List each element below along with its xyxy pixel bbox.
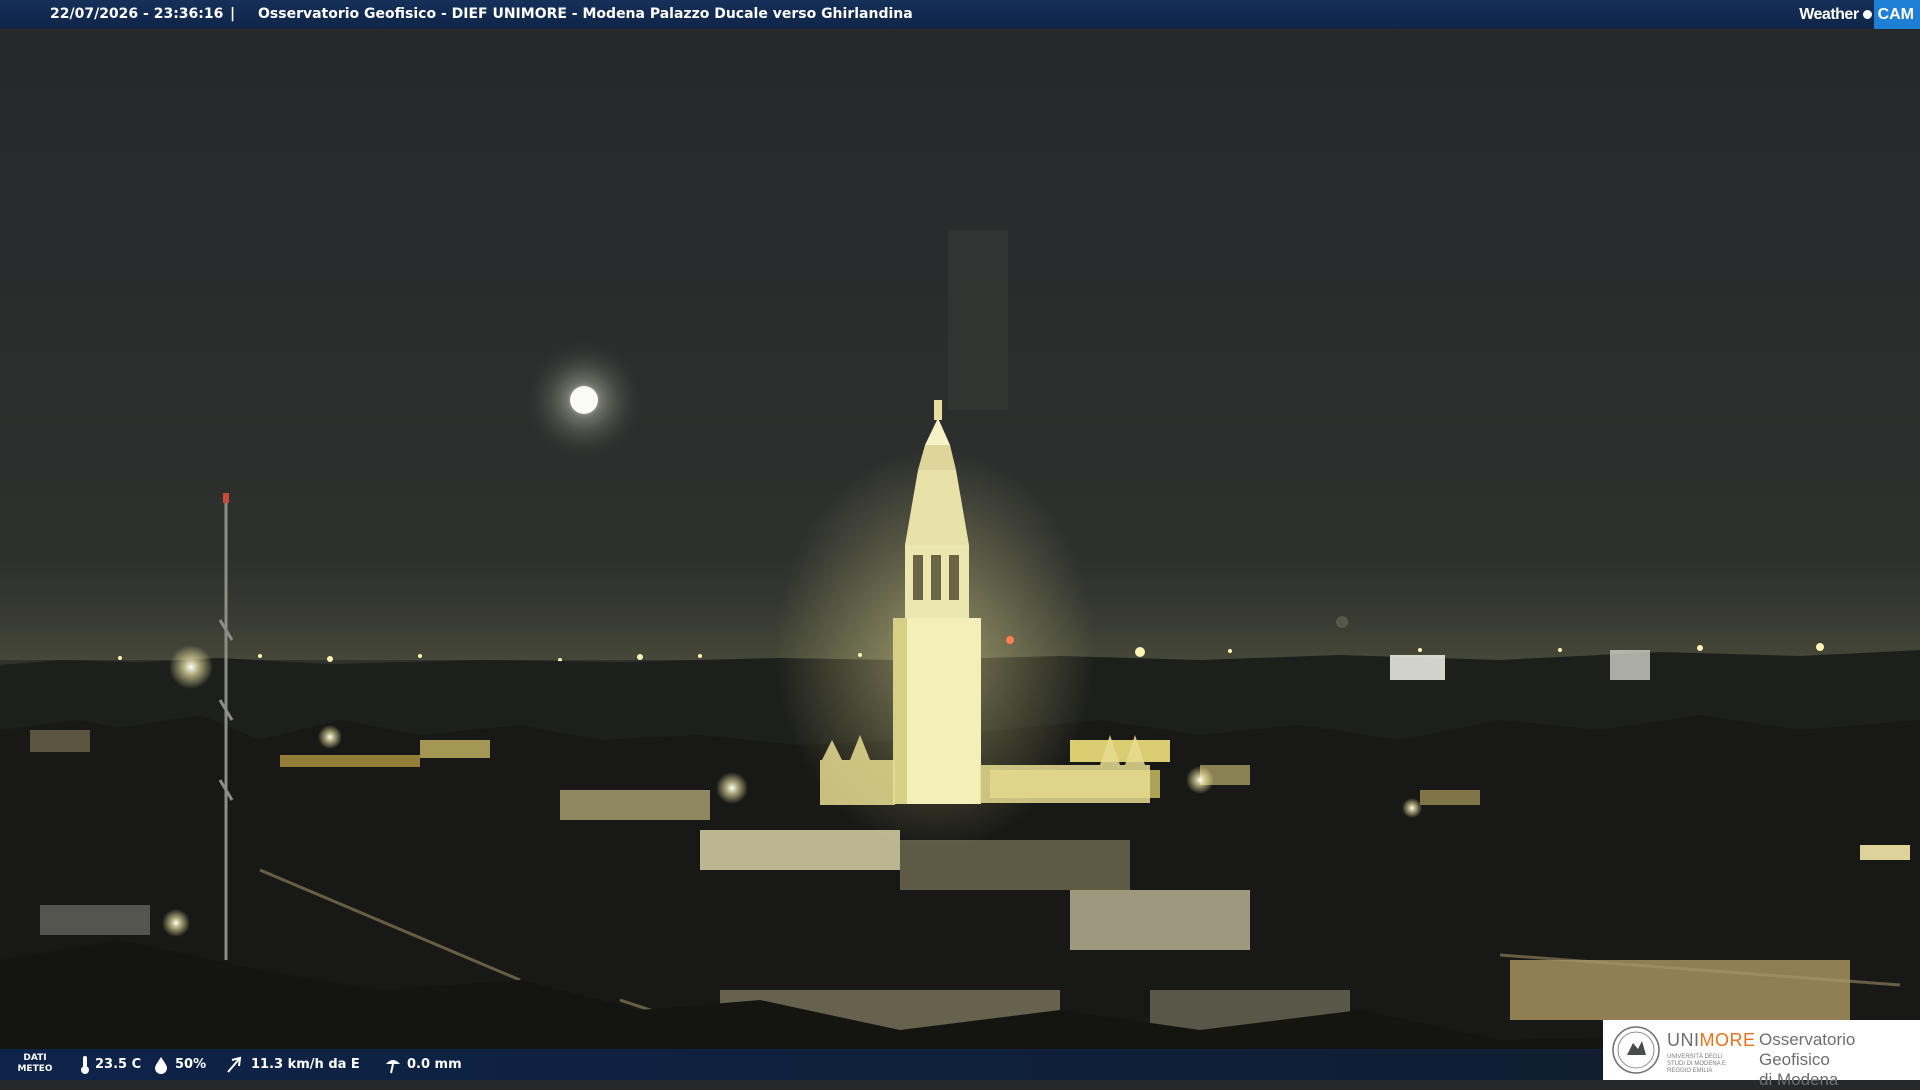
temperature-value: 23.5 C <box>95 1057 142 1072</box>
wind-value: 11.3 km/h da E <box>251 1057 360 1072</box>
university-seal-icon <box>1612 1026 1660 1074</box>
unimore-logo-box: UNIMORE UNIVERSITÀ DEGLI STUDI DI MODENA… <box>1603 1020 1920 1089</box>
wind-reading: 11.3 km/h da E <box>226 1049 360 1080</box>
observatory-name: Osservatorio Geofisico di Modena <box>1759 1030 1856 1089</box>
caption-separator: | <box>230 6 236 22</box>
university-subtitle: UNIVERSITÀ DEGLI STUDI DI MODENA E REGGI… <box>1667 1054 1727 1074</box>
rain-value: 0.0 mm <box>407 1057 462 1072</box>
rain-reading: 0.0 mm <box>384 1049 462 1080</box>
wind-icon <box>227 1056 242 1073</box>
humidity-reading: 50% <box>152 1049 206 1080</box>
brand-weather-text: Weather <box>1799 6 1859 23</box>
weather-data-bar: DATI METEO 23.5 C 50% 11.3 km/h da E 0.0… <box>0 1049 1603 1080</box>
brand-dot-icon <box>1862 10 1872 19</box>
timestamp: 22/07/2026 - 23:36:16 <box>50 6 224 22</box>
weather-section-label: DATI METEO <box>17 1053 53 1074</box>
temperature-reading: 23.5 C <box>80 1049 141 1080</box>
thermometer-icon <box>81 1055 89 1074</box>
university-name: UNIMORE <box>1667 1030 1756 1050</box>
humidity-drop-icon <box>155 1056 167 1074</box>
webcam-image <box>0 0 1920 1080</box>
camera-caption: Osservatorio Geofisico - DIEF UNIMORE - … <box>258 6 913 22</box>
humidity-value: 50% <box>175 1057 207 1072</box>
weathercam-logo: Weather CAM <box>1799 0 1920 29</box>
top-caption-bar: 22/07/2026 - 23:36:16 | Osservatorio Geo… <box>0 0 1920 29</box>
brand-cam-text: CAM <box>1873 0 1920 29</box>
rain-gauge-icon <box>386 1059 400 1073</box>
